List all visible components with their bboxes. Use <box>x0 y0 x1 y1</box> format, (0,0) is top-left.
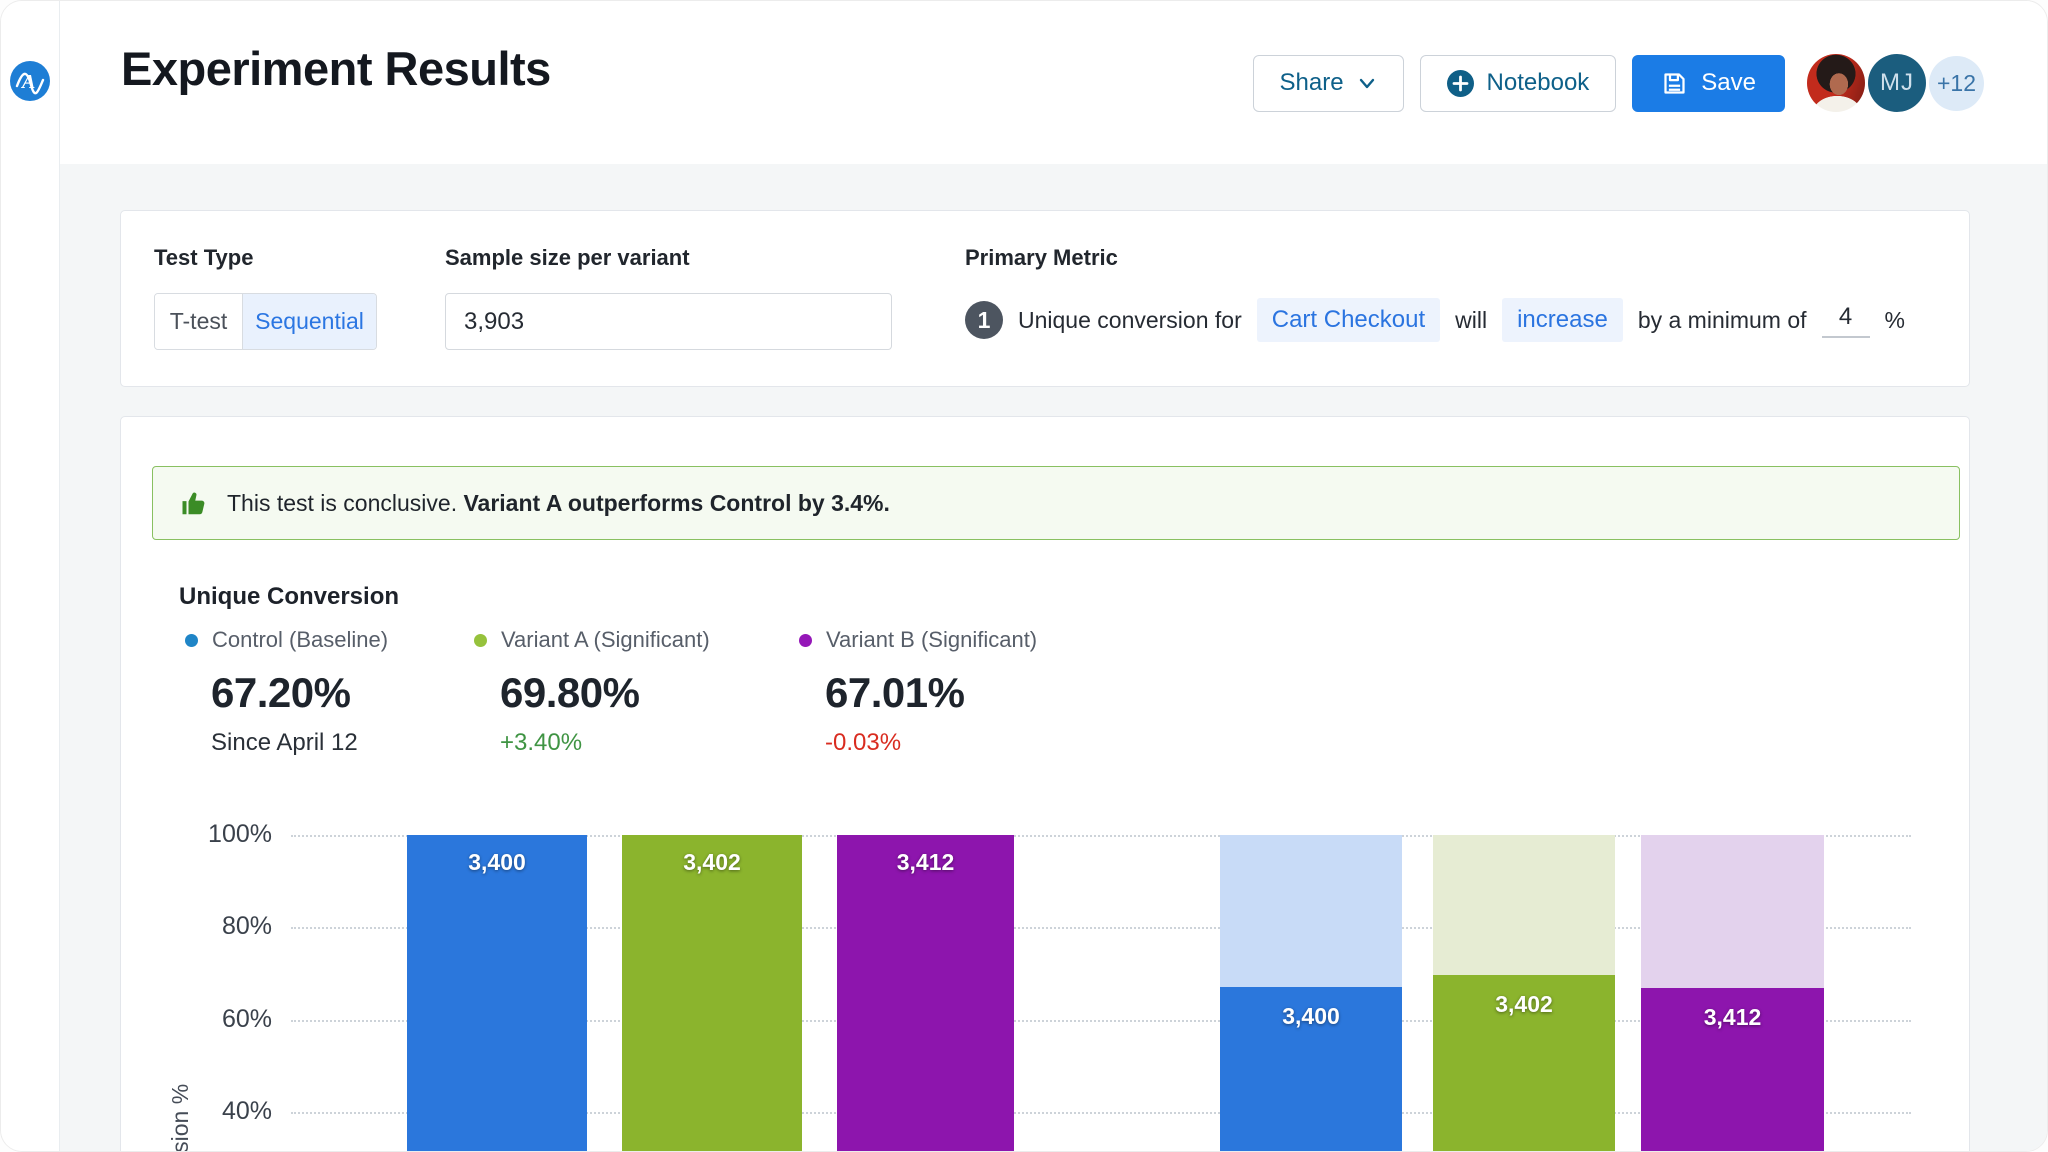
left-rail: A <box>1 1 60 1151</box>
bar-conv-variant-b-label: 3,412 <box>1703 1003 1762 1030</box>
metric-connector-text: will <box>1455 306 1488 333</box>
page-title: Experiment Results <box>121 42 551 95</box>
bar-conv-variant-a: 3,402 <box>1433 974 1615 1151</box>
stat-variant-a: Variant A (Significant) 69.80% +3.40% <box>474 627 710 757</box>
control-subtext: Since April 12 <box>211 729 358 756</box>
conversion-bar-chart: 100% 80% 60% 40% Conversion % 3,400 3,40… <box>121 820 1969 1151</box>
test-type-toggle: T-test Sequential <box>154 293 377 350</box>
notebook-button[interactable]: Notebook <box>1419 54 1617 112</box>
bar-conv-variant-a-remainder <box>1433 835 1615 975</box>
test-type-option-ttest[interactable]: T-test <box>155 294 243 349</box>
variant-b-dot-icon <box>799 633 812 647</box>
save-floppy-icon <box>1664 72 1685 94</box>
test-type-label: Test Type <box>154 245 254 270</box>
share-button[interactable]: Share <box>1252 54 1404 112</box>
amplitude-logo-icon[interactable]: A <box>10 61 50 101</box>
metric-name-pill[interactable]: Cart Checkout <box>1256 298 1441 342</box>
bar-total-variant-b-label: 3,412 <box>896 849 955 875</box>
bar-total-variant-a-label: 3,402 <box>683 849 741 875</box>
legend-variant-b: Variant B (Significant) <box>799 627 1037 653</box>
sample-size-input[interactable] <box>445 293 892 350</box>
avatar-overflow-badge[interactable]: +12 <box>1929 55 1984 111</box>
bar-total-control: 3,400 <box>407 835 587 1151</box>
ytick-80: 80% <box>221 912 272 940</box>
avatar-stack: MJ +12 <box>1807 54 1984 112</box>
primary-metric-label: Primary Metric <box>965 245 1118 270</box>
ytick-40: 40% <box>221 1097 272 1125</box>
bar-conv-variant-b-remainder <box>1641 835 1824 988</box>
variant-a-value: 69.80% <box>500 669 640 716</box>
metric-threshold-input[interactable] <box>1821 302 1870 338</box>
bar-conv-variant-b: 3,412 <box>1641 987 1824 1151</box>
banner-text: This test is conclusive. Variant A outpe… <box>227 490 890 517</box>
legend-variant-b-label: Variant B (Significant) <box>826 627 1038 652</box>
experiment-results-card: This test is conclusive. Variant A outpe… <box>120 416 1970 1151</box>
metric-prefix-text: Unique conversion for <box>1018 306 1242 333</box>
avatar-photo[interactable] <box>1807 54 1865 112</box>
page-header: Experiment Results Share Notebook Save M… <box>60 1 2047 164</box>
save-button[interactable]: Save <box>1632 54 1785 112</box>
test-type-option-sequential[interactable]: Sequential <box>243 294 376 349</box>
stat-control: Control (Baseline) 67.20% Since April 12 <box>185 627 388 757</box>
y-axis-title: Conversion % <box>167 1084 194 1151</box>
ytick-100: 100% <box>208 820 272 848</box>
experiment-config-card: Test Type T-test Sequential Sample size … <box>120 210 1970 387</box>
variant-a-lift: +3.40% <box>500 729 583 756</box>
plus-circle-icon <box>1446 69 1474 97</box>
control-dot-icon <box>185 633 198 647</box>
legend-variant-a-label: Variant A (Significant) <box>501 627 710 652</box>
bar-conv-control-remainder <box>1220 835 1402 987</box>
app-window: A Experiment Results Share Notebook Save… <box>0 0 2048 1152</box>
header-actions: Share Notebook Save MJ +12 <box>1252 54 1984 112</box>
notebook-button-label: Notebook <box>1486 69 1590 96</box>
legend-control-label: Control (Baseline) <box>212 627 389 652</box>
bar-conv-control-label: 3,400 <box>1282 1002 1340 1029</box>
legend-control: Control (Baseline) <box>185 627 388 653</box>
variant-a-dot-icon <box>474 633 487 647</box>
save-button-label: Save <box>1701 69 1756 96</box>
metric-direction-pill[interactable]: increase <box>1502 298 1623 342</box>
chart-section-title: Unique Conversion <box>179 583 400 610</box>
metric-unit-text: % <box>1884 306 1905 333</box>
content-area: Test Type T-test Sequential Sample size … <box>60 164 2047 1151</box>
bar-conv-variant-a-label: 3,402 <box>1495 990 1553 1017</box>
avatar-initials[interactable]: MJ <box>1868 54 1926 112</box>
thumbs-up-icon <box>182 492 205 515</box>
conclusive-banner: This test is conclusive. Variant A outpe… <box>152 466 1960 540</box>
variant-b-value: 67.01% <box>825 669 965 716</box>
bar-conv-control: 3,400 <box>1220 986 1402 1151</box>
ytick-60: 60% <box>221 1005 272 1033</box>
metric-suffix-text: by a minimum of <box>1637 306 1807 333</box>
bar-total-variant-a: 3,402 <box>622 835 802 1151</box>
variant-b-lift: -0.03% <box>825 729 902 756</box>
banner-text-bold: Variant A outperforms Control by 3.4%. <box>463 489 890 516</box>
legend-variant-a: Variant A (Significant) <box>474 627 710 653</box>
sample-size-label: Sample size per variant <box>445 245 690 270</box>
bar-total-control-label: 3,400 <box>468 849 526 875</box>
control-value: 67.20% <box>211 669 351 716</box>
share-button-label: Share <box>1279 69 1344 96</box>
stat-variant-b: Variant B (Significant) 67.01% -0.03% <box>799 627 1037 757</box>
metric-step-badge: 1 <box>965 301 1003 339</box>
banner-text-normal: This test is conclusive. <box>227 489 464 516</box>
bar-total-variant-b: 3,412 <box>837 835 1014 1151</box>
chevron-down-icon <box>1359 78 1374 89</box>
primary-metric-sentence: 1 Unique conversion for Cart Checkout wi… <box>965 295 1905 345</box>
